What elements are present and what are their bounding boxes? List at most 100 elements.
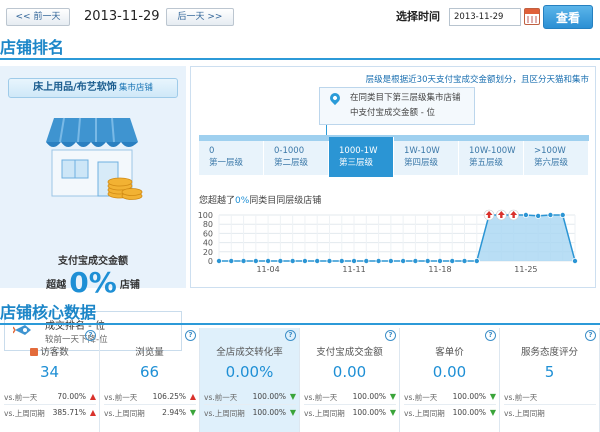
down-arrow-icon: ▼ xyxy=(389,408,396,417)
tier-name: 第五层级 xyxy=(469,158,504,168)
metric-card: ? 服务态度评分 5 vs.前一天 vs.上周同期 xyxy=(500,328,600,432)
compare-value: 100.00% xyxy=(352,408,386,417)
tier-name: 第四层级 xyxy=(404,158,439,168)
date-input[interactable]: 2013-11-29 xyxy=(449,8,521,26)
metric-divider xyxy=(104,404,196,405)
tier-3: 1000-1W 第三层级 xyxy=(329,137,394,177)
metric-value: 66 xyxy=(139,363,160,381)
metric-card: ? 支付宝成交金额 0.00 vs.前一天 100.00% ▼ vs.上周同期 100.00%… xyxy=(300,328,400,432)
beyond-percent: 0% xyxy=(69,266,117,299)
next-day-button[interactable]: 后一天 >> xyxy=(166,8,234,26)
data-point xyxy=(228,258,235,265)
data-point xyxy=(387,258,394,265)
data-point xyxy=(363,258,370,265)
core-metrics: ? 访客数 34 vs.前一天 70.00% ▲ vs.上周同期 385.71% ▲? 浏览量 66… xyxy=(0,328,600,432)
compare-label: vs.前一天 xyxy=(204,393,238,402)
compare-value: 70.00% xyxy=(57,392,86,401)
compare-value: 2.94% xyxy=(162,408,186,417)
tier-name: 第三层级 xyxy=(339,158,374,168)
tier-5: 10W-100W 第五层级 xyxy=(459,141,524,175)
compare-value: 100.00% xyxy=(252,392,286,401)
compare-label: vs.前一天 xyxy=(404,393,438,402)
location-pin-icon xyxy=(327,90,343,106)
metric-value: 0.00 xyxy=(332,363,367,381)
y-tick-label: 0 xyxy=(208,257,213,266)
metric-label: 访客数 xyxy=(0,344,99,358)
prev-day-button[interactable]: << 前一天 xyxy=(6,8,70,26)
metric-card: ? 全店成交转化率 0.00% vs.前一天 100.00% ▼ vs.上周同期 100.00… xyxy=(200,328,300,432)
down-arrow-icon: ▼ xyxy=(289,408,296,417)
metric-value: 5 xyxy=(544,363,555,381)
core-section-header: 店铺核心数据 xyxy=(0,303,600,325)
metric-card: ? 浏览量 66 vs.前一天 106.25% ▲ vs.上周同期 2.94% ▼ xyxy=(100,328,200,432)
data-point xyxy=(326,258,333,265)
x-tick-label: 11-04 xyxy=(256,265,279,274)
up-arrow-icon: ▲ xyxy=(189,392,196,401)
data-point xyxy=(240,258,247,265)
tier-2: 0-1000 第二层级 xyxy=(264,141,329,175)
data-point xyxy=(289,258,296,265)
y-tick-label: 80 xyxy=(203,220,213,229)
y-tick-label: 100 xyxy=(198,211,213,220)
data-point xyxy=(351,258,358,265)
help-icon[interactable]: ? xyxy=(285,330,296,341)
compare-label: vs.前一天 xyxy=(104,393,138,402)
compare-value: 100.00% xyxy=(252,408,286,417)
down-arrow-icon: ▼ xyxy=(489,408,496,417)
data-point xyxy=(314,258,321,265)
metric-divider xyxy=(504,404,596,405)
data-point xyxy=(277,258,284,265)
data-point xyxy=(547,212,554,218)
store-type: 集市店铺 xyxy=(118,83,153,93)
data-point xyxy=(252,258,259,265)
down-arrow-icon: ▼ xyxy=(489,392,496,401)
metric-card: ? 客单价 0.00 vs.前一天 100.00% ▼ vs.上周同期 100.00% ▼ xyxy=(400,328,500,432)
tier-name: 第六层级 xyxy=(534,158,569,168)
help-icon[interactable]: ? xyxy=(485,330,496,341)
tier-name: 第二层级 xyxy=(274,158,309,168)
down-arrow-icon: ▼ xyxy=(289,392,296,401)
core-section-title: 店铺核心数据 xyxy=(0,303,97,322)
help-icon[interactable]: ? xyxy=(185,330,196,341)
compare-label: vs.上周同期 xyxy=(104,409,145,418)
metric-label-text: 支付宝成交金额 xyxy=(316,347,383,358)
up-arrow-icon: ▲ xyxy=(89,392,96,401)
data-point xyxy=(535,212,542,219)
compare-value: 106.25% xyxy=(152,392,186,401)
calendar-icon[interactable] xyxy=(524,8,540,25)
data-point xyxy=(522,212,529,218)
query-button[interactable]: 查看 xyxy=(543,5,593,29)
metric-label-text: 客单价 xyxy=(435,347,464,358)
metric-label: 支付宝成交金额 xyxy=(300,344,399,358)
data-point xyxy=(559,212,566,218)
metric-divider xyxy=(304,404,396,405)
tier-4: 1W-10W 第四层级 xyxy=(394,141,459,175)
help-icon[interactable]: ? xyxy=(385,330,396,341)
metric-label: 服务态度评分 xyxy=(500,344,599,358)
chart-caption-suffix: 同类目同层级店铺 xyxy=(249,196,322,206)
compare-label: vs.上周同期 xyxy=(4,409,45,418)
y-tick-label: 20 xyxy=(203,248,213,257)
help-icon[interactable]: ? xyxy=(85,330,96,341)
metric-divider xyxy=(204,404,296,405)
series-area xyxy=(219,215,575,261)
data-point xyxy=(571,258,578,265)
help-icon[interactable]: ? xyxy=(585,330,596,341)
metric-card: ? 访客数 34 vs.前一天 70.00% ▲ vs.上周同期 385.71% ▲ xyxy=(0,328,100,432)
tier-tooltip: 在同类目下第三层级集市店铺 中支付宝成交金额 - 位 xyxy=(319,87,475,125)
tier-range: 10W-100W xyxy=(469,146,516,156)
metric-label-text: 浏览量 xyxy=(135,347,164,358)
down-arrow-icon: ▼ xyxy=(389,392,396,401)
chart-caption-prefix: 您超越了 xyxy=(199,196,236,206)
tier-1: 0 第一层级 xyxy=(199,141,264,175)
compare-label: vs.前一天 xyxy=(304,393,338,402)
compare-value: 100.00% xyxy=(352,392,386,401)
tier-range: 0 xyxy=(209,146,215,156)
down-arrow-icon: ▼ xyxy=(189,408,196,417)
pay-amount-label: 支付宝成交金额 xyxy=(58,256,128,267)
tier-range: >100W xyxy=(534,146,566,156)
y-tick-label: 40 xyxy=(203,239,213,248)
compare-label: vs.上周同期 xyxy=(404,409,445,418)
data-point xyxy=(461,258,468,265)
top-toolbar: << 前一天 2013-11-29 后一天 >> 选择时间 2013-11-29… xyxy=(0,0,600,34)
